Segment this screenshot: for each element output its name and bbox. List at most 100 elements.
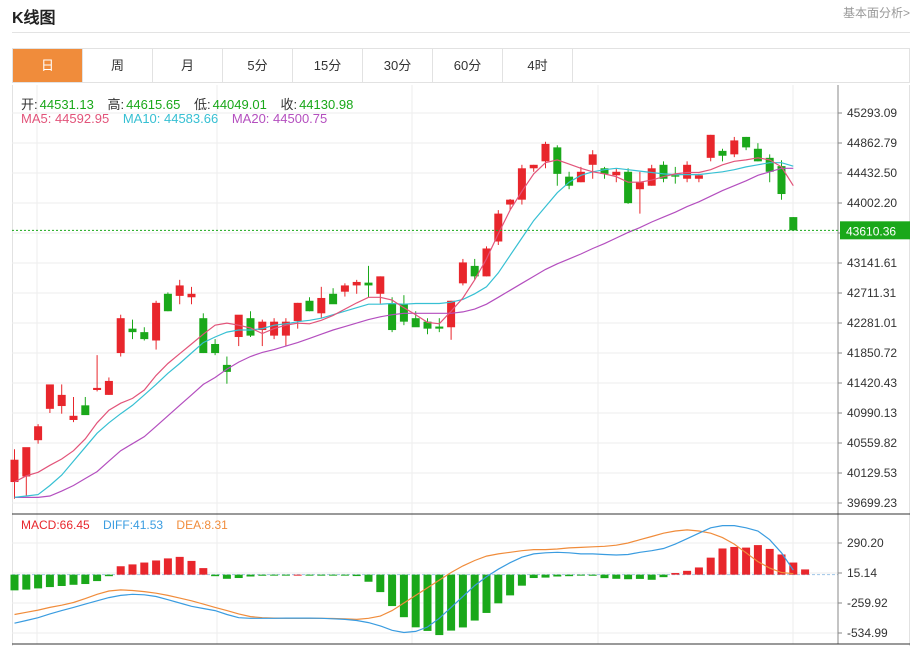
candle-body (753, 148, 762, 162)
macd-bar (93, 574, 102, 582)
macd-bar (411, 574, 420, 628)
ma-info: MA5: 44592.95 MA10: 44583.66 MA20: 44500… (21, 111, 329, 126)
macd-bar (517, 574, 526, 586)
macd-bar (506, 574, 515, 596)
macd-tick-label: -259.92 (847, 596, 888, 610)
macd-bar (458, 574, 467, 628)
macd-bar (683, 570, 692, 575)
macd-bar (470, 574, 479, 621)
candle-body (388, 303, 397, 331)
candle-body (69, 415, 78, 420)
candle-body (293, 302, 302, 321)
candle-body (683, 164, 692, 179)
high-value: 44615.65 (126, 97, 181, 112)
candle-body (152, 302, 161, 341)
macd-bar (104, 574, 113, 577)
macd-bar (671, 573, 680, 575)
macd-bar (211, 574, 220, 577)
last-price-label: 43610.36 (846, 224, 896, 238)
macd-bar (258, 574, 267, 576)
price-tick-label: 39699.23 (847, 496, 897, 510)
macd-bar (128, 564, 137, 575)
macd-tick-label: 15.14 (847, 566, 877, 580)
macd-bar (529, 574, 538, 579)
macd-bar (565, 574, 574, 577)
candle-body (175, 285, 184, 296)
candle-body (104, 380, 113, 395)
macd-bar (388, 574, 397, 607)
candle-body (57, 394, 66, 407)
candle-body (352, 281, 361, 286)
candle-body (199, 318, 208, 354)
price-tick-label: 45293.09 (847, 106, 897, 120)
macd-bar (57, 574, 66, 586)
candle-body (435, 326, 444, 329)
price-tick-label: 44862.79 (847, 136, 897, 150)
price-tick-label: 41420.43 (847, 376, 897, 390)
macd-bar (187, 560, 196, 575)
macd-bar (140, 562, 149, 575)
candle-body (718, 150, 727, 156)
candle-body (81, 405, 90, 416)
candle-body (624, 171, 633, 204)
price-tick-label: 40559.82 (847, 436, 897, 450)
ma20-value: MA20: 44500.75 (231, 111, 328, 126)
candle-body (93, 387, 102, 391)
dea-value: DEA:8.31 (176, 518, 228, 532)
candle-body (45, 384, 54, 409)
candle-body (305, 300, 314, 312)
ma5-value: MA5: 44592.95 (21, 111, 110, 126)
macd-bar (635, 574, 644, 579)
candle-body (163, 293, 172, 312)
macd-bar (423, 574, 432, 631)
candle-body (742, 136, 751, 148)
candle-body (789, 217, 798, 231)
candle-body (635, 182, 644, 190)
candle-body (364, 282, 373, 286)
candle-body (694, 175, 703, 179)
macd-bar (10, 574, 19, 591)
macd-bar (482, 574, 491, 613)
macd-bar (647, 574, 656, 580)
close-value: 44130.98 (299, 97, 354, 112)
candle-body (317, 297, 326, 314)
low-label: 低: (193, 97, 211, 112)
candle-body (340, 285, 349, 292)
open-label: 开: (21, 97, 38, 112)
macd-bar (34, 574, 43, 589)
macd-bar (116, 566, 125, 575)
macd-bar (81, 574, 90, 585)
macd-bar (541, 574, 550, 578)
price-tick-label: 41850.72 (847, 346, 897, 360)
macd-value: MACD:66.45 (21, 518, 90, 532)
macd-bar (801, 569, 810, 575)
price-tick-label: 44002.20 (847, 196, 897, 210)
macd-bar (152, 560, 161, 575)
ma10-value: MA10: 44583.66 (122, 111, 219, 126)
macd-bar (588, 574, 597, 576)
macd-bar (376, 574, 385, 593)
macd-bar (600, 574, 609, 579)
macd-bar (175, 556, 184, 575)
macd-bar (293, 574, 302, 576)
open-value: 44531.13 (39, 97, 94, 112)
macd-bar (659, 574, 668, 578)
macd-bar (340, 574, 349, 576)
macd-bar (317, 574, 326, 576)
candle-body (411, 318, 420, 328)
low-value: 44049.01 (212, 97, 267, 112)
macd-tick-label: 290.20 (847, 536, 884, 550)
ma20-line (14, 167, 794, 498)
candle-body (506, 199, 515, 205)
price-tick-label: 44432.50 (847, 166, 897, 180)
price-tick-label: 43141.61 (847, 256, 897, 270)
macd-bar (246, 574, 255, 577)
candle-body (116, 318, 125, 354)
macd-bar (163, 558, 172, 575)
candle-body (34, 426, 43, 441)
diff-value: DIFF:41.53 (103, 518, 164, 532)
macd-bar (352, 574, 361, 577)
macd-bar (730, 546, 739, 575)
price-tick-label: 42711.31 (847, 286, 896, 300)
macd-bar (553, 574, 562, 577)
